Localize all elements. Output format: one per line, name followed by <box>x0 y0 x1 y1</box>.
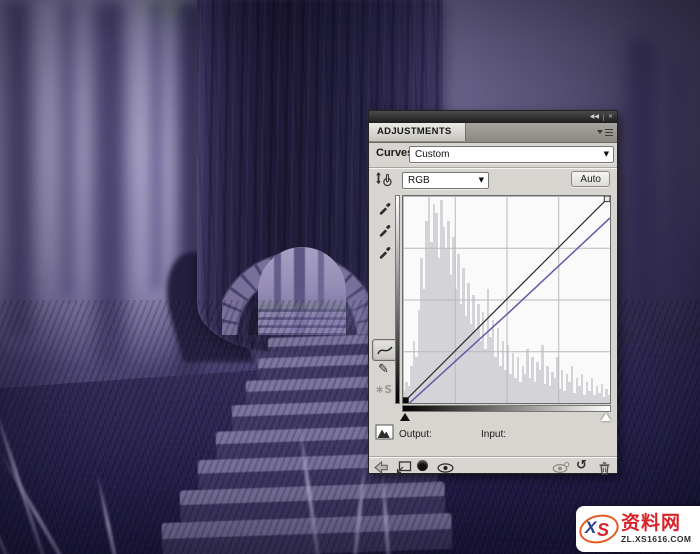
chevron-down-icon: ▼ <box>479 173 484 188</box>
xs-logo: X S <box>579 515 619 543</box>
output-label: Output: <box>399 429 432 440</box>
black-point-eyedropper-icon[interactable] <box>377 201 392 216</box>
preset-dropdown[interactable]: Custom ▼ <box>409 146 614 163</box>
smooth-curve-icon[interactable]: ∗S <box>375 384 392 395</box>
curves-grid[interactable] <box>402 195 611 404</box>
adjustment-title: Curves <box>376 147 413 159</box>
white-point-eyedropper-icon[interactable] <box>377 245 392 260</box>
curve-plot <box>403 196 610 403</box>
distant-tree <box>94 0 126 370</box>
divider <box>369 456 617 457</box>
light-shaft <box>126 0 152 360</box>
preset-value: Custom <box>415 149 449 160</box>
photoshop-workspace: ◀◀ × ADJUSTMENTS Curves Custom ▼ RGB ▼ A… <box>0 0 700 554</box>
close-panel-icon[interactable]: × <box>608 114 613 120</box>
panel-titlebar: ◀◀ × <box>369 111 617 123</box>
reset-adjustment-icon[interactable]: ↺ <box>576 459 587 472</box>
logo-letter-s: S <box>597 520 609 541</box>
toggle-visibility-eye-icon[interactable] <box>437 463 454 473</box>
watermark-text: 资料网 ZL.XS1616.COM <box>621 514 691 544</box>
panel-tab-bar: ADJUSTMENTS <box>369 123 617 143</box>
draw-curve-pencil-icon[interactable]: ✎ <box>378 363 389 376</box>
distant-tree <box>628 40 656 370</box>
view-previous-state-icon[interactable] <box>552 462 570 474</box>
curve-rgb[interactable] <box>409 218 610 403</box>
divider <box>369 167 617 168</box>
tab-adjustments[interactable]: ADJUSTMENTS <box>369 123 466 141</box>
light-shaft <box>28 0 58 330</box>
distant-tree <box>668 60 685 330</box>
levels-thumbnail-icon <box>375 424 395 441</box>
layer-visibility-dot-icon[interactable] <box>417 460 428 471</box>
adjustments-panel: ◀◀ × ADJUSTMENTS Curves Custom ▼ RGB ▼ A… <box>368 110 618 474</box>
input-gradient-bar <box>402 405 611 412</box>
watermark: X S 资料网 ZL.XS1616.COM <box>576 506 700 552</box>
curve-baseline <box>403 196 610 403</box>
auto-button[interactable]: Auto <box>571 171 610 187</box>
menu-lines-icon <box>605 129 613 136</box>
targeted-adjustment-icon[interactable] <box>374 171 394 189</box>
shadow-point-handle[interactable] <box>403 397 409 403</box>
clip-to-layer-icon[interactable] <box>394 461 413 475</box>
channel-value: RGB <box>408 175 430 186</box>
channel-dropdown[interactable]: RGB ▼ <box>402 172 489 189</box>
panel-menu-icon[interactable] <box>597 127 613 138</box>
highlight-point-handle[interactable] <box>604 196 610 202</box>
return-to-adjustment-list-icon[interactable] <box>373 461 389 474</box>
site-url: ZL.XS1616.COM <box>621 534 691 544</box>
white-input-slider[interactable] <box>601 413 611 421</box>
delete-adjustment-trash-icon[interactable] <box>598 461 611 475</box>
titlebar-divider <box>603 114 604 121</box>
input-label: Input: <box>481 429 506 440</box>
chevron-down-icon: ▼ <box>604 147 609 162</box>
gray-point-eyedropper-icon[interactable] <box>377 223 392 238</box>
distant-tree <box>60 0 75 300</box>
site-name: 资料网 <box>621 514 681 534</box>
collapse-panel-icon[interactable]: ◀◀ <box>590 114 599 120</box>
curve-icon <box>377 345 393 356</box>
distant-tree <box>150 0 163 290</box>
menu-triangle-icon <box>597 130 603 134</box>
black-input-slider[interactable] <box>400 413 410 421</box>
logo-letter-x: X <box>585 518 596 538</box>
output-gradient-bar <box>395 195 400 404</box>
